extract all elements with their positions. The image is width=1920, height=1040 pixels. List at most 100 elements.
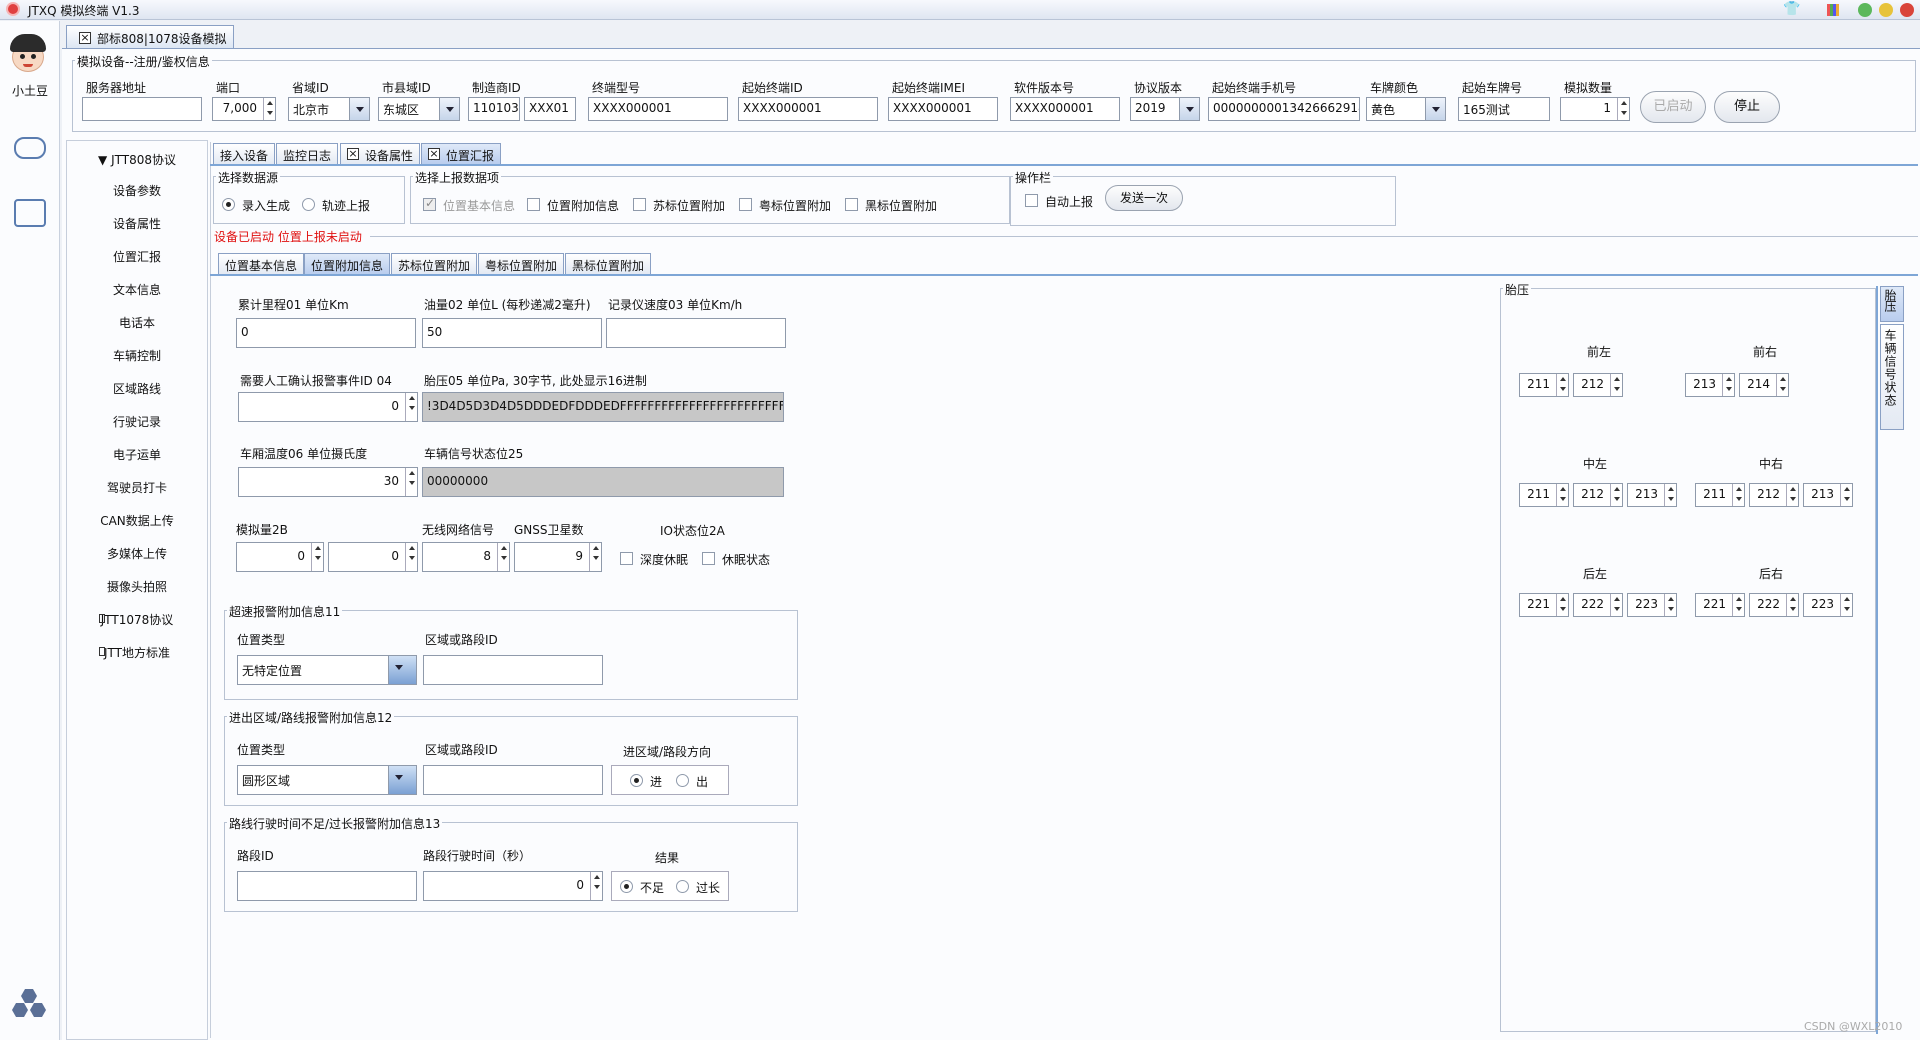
spin-arrows[interactable] bbox=[311, 543, 323, 571]
area-input[interactable] bbox=[423, 655, 603, 685]
spin-arrows[interactable] bbox=[589, 543, 601, 571]
tire-rl-2[interactable]: 222 bbox=[1573, 593, 1623, 617]
dropdown-arrow-icon[interactable] bbox=[349, 98, 369, 120]
vtab-signal[interactable]: 车辆信号状态 bbox=[1880, 324, 1904, 430]
tab-position[interactable]: × 位置汇报 bbox=[421, 143, 502, 165]
nav-jtt808[interactable]: ▼ JTT808协议 bbox=[67, 151, 207, 168]
nav-jtt1078[interactable]: JTT1078协议 bbox=[67, 611, 207, 628]
tire-mr-3[interactable]: 213 bbox=[1803, 483, 1853, 507]
radio-manual[interactable] bbox=[222, 198, 235, 211]
tire-fr-1[interactable]: 213 bbox=[1685, 373, 1735, 397]
spin-arrows[interactable] bbox=[590, 872, 602, 900]
spin-arrows[interactable] bbox=[405, 468, 417, 496]
nav-item[interactable]: 摄像头拍照 bbox=[67, 578, 207, 595]
analog-input-2[interactable]: 0 bbox=[328, 542, 418, 572]
tab-attr[interactable]: × 设备属性 bbox=[340, 143, 421, 165]
spin-arrows[interactable] bbox=[1722, 374, 1734, 396]
tire-rl-3[interactable]: 223 bbox=[1627, 593, 1677, 617]
nav-item[interactable]: 电子运单 bbox=[67, 446, 207, 463]
spin-arrows[interactable] bbox=[1556, 594, 1568, 616]
close-button[interactable] bbox=[1900, 3, 1914, 17]
spin-arrows[interactable] bbox=[1664, 484, 1676, 506]
nav-item[interactable]: CAN数据上传 bbox=[67, 512, 207, 529]
dropdown-arrow-icon[interactable] bbox=[388, 766, 416, 794]
tire-ml-2[interactable]: 212 bbox=[1573, 483, 1623, 507]
pos-type-select-2[interactable]: 圆形区域 bbox=[237, 765, 417, 795]
subtab-extra[interactable]: 位置附加信息 bbox=[304, 253, 391, 275]
subtab-basic[interactable]: 位置基本信息 bbox=[218, 253, 305, 275]
nav-local[interactable]: JTT地方标准 bbox=[67, 644, 207, 661]
nav-item[interactable]: 电话本 bbox=[67, 314, 207, 331]
tab-access[interactable]: 接入设备 bbox=[213, 143, 276, 165]
province-select[interactable]: 北京市 bbox=[288, 97, 370, 121]
wireless-input[interactable]: 8 bbox=[422, 542, 510, 572]
check-su[interactable] bbox=[633, 198, 646, 211]
stop-button[interactable]: 停止 bbox=[1714, 91, 1780, 123]
tire-rr-3[interactable]: 223 bbox=[1803, 593, 1853, 617]
nav-item[interactable]: 设备参数 bbox=[67, 182, 207, 199]
image-text-icon[interactable] bbox=[14, 199, 46, 227]
dropdown-arrow-icon[interactable] bbox=[388, 656, 416, 684]
settings-hexagon-icon[interactable] bbox=[12, 989, 48, 1021]
nav-item[interactable]: 区域路线 bbox=[67, 380, 207, 397]
grid-icon[interactable] bbox=[1827, 4, 1839, 16]
server-input[interactable] bbox=[82, 97, 202, 121]
tire-mr-2[interactable]: 212 bbox=[1749, 483, 1799, 507]
city-select[interactable]: 东城区 bbox=[378, 97, 460, 121]
spin-arrows[interactable] bbox=[1556, 374, 1568, 396]
spin-arrows[interactable] bbox=[405, 543, 417, 571]
spin-arrows[interactable] bbox=[1556, 484, 1568, 506]
pos-type-select[interactable]: 无特定位置 bbox=[237, 655, 417, 685]
alarm-input[interactable]: 0 bbox=[238, 392, 418, 422]
radio-track[interactable] bbox=[302, 198, 315, 211]
radio-short[interactable] bbox=[620, 880, 633, 893]
plate-input[interactable]: 165测试 bbox=[1458, 97, 1550, 121]
subtab-hei[interactable]: 黑标位置附加 bbox=[565, 253, 652, 275]
dropdown-arrow-icon[interactable] bbox=[1179, 98, 1199, 120]
spin-arrows[interactable] bbox=[1610, 594, 1622, 616]
maker-input-1[interactable]: 110103 bbox=[468, 97, 520, 121]
spin-arrows[interactable] bbox=[1610, 484, 1622, 506]
spin-arrows[interactable] bbox=[1776, 374, 1788, 396]
road-input[interactable] bbox=[237, 871, 417, 901]
area-input-2[interactable] bbox=[423, 765, 603, 795]
tire-mr-1[interactable]: 211 bbox=[1695, 483, 1745, 507]
start-button[interactable]: 已启动 bbox=[1640, 91, 1706, 123]
tab-device-sim[interactable]: × 部标808|1078设备模拟 bbox=[66, 25, 234, 49]
mileage-input[interactable]: 0 bbox=[236, 318, 416, 348]
check-extra[interactable] bbox=[527, 198, 540, 211]
close-icon[interactable]: × bbox=[428, 148, 440, 160]
spin-arrows[interactable] bbox=[1610, 374, 1622, 396]
maker-input-2[interactable]: XXX01 bbox=[524, 97, 576, 121]
port-input[interactable]: 7,000 bbox=[212, 97, 276, 121]
close-icon[interactable]: × bbox=[347, 148, 359, 160]
road-time-input[interactable]: 0 bbox=[423, 871, 603, 901]
device-icon[interactable] bbox=[14, 137, 46, 159]
model-input[interactable]: XXXX000001 bbox=[588, 97, 728, 121]
nav-item[interactable]: 多媒体上传 bbox=[67, 545, 207, 562]
nav-item[interactable]: 行驶记录 bbox=[67, 413, 207, 430]
spin-arrows[interactable] bbox=[1732, 594, 1744, 616]
spin-arrows[interactable] bbox=[263, 98, 275, 120]
send-once-button[interactable]: 发送一次 bbox=[1105, 185, 1183, 211]
count-input[interactable]: 1 bbox=[1560, 97, 1630, 121]
proto-select[interactable]: 2019 bbox=[1130, 97, 1200, 121]
maximize-button[interactable] bbox=[1879, 3, 1893, 17]
speed-input[interactable] bbox=[606, 318, 786, 348]
tire-fl-2[interactable]: 212 bbox=[1573, 373, 1623, 397]
check-auto[interactable] bbox=[1025, 194, 1038, 207]
spin-arrows[interactable] bbox=[1840, 484, 1852, 506]
tire-ml-1[interactable]: 211 bbox=[1519, 483, 1569, 507]
temp-input[interactable]: 30 bbox=[238, 467, 418, 497]
analog-input-1[interactable]: 0 bbox=[236, 542, 324, 572]
signal-input[interactable]: 00000000 bbox=[422, 467, 784, 497]
tire-rl-1[interactable]: 221 bbox=[1519, 593, 1569, 617]
spin-arrows[interactable] bbox=[1786, 594, 1798, 616]
dropdown-arrow-icon[interactable] bbox=[1425, 98, 1445, 120]
nav-item[interactable]: 文本信息 bbox=[67, 281, 207, 298]
spin-arrows[interactable] bbox=[1732, 484, 1744, 506]
check-sleep[interactable] bbox=[702, 552, 715, 565]
spin-arrows[interactable] bbox=[1617, 98, 1629, 120]
gnss-input[interactable]: 9 bbox=[514, 542, 602, 572]
tire-ml-3[interactable]: 213 bbox=[1627, 483, 1677, 507]
